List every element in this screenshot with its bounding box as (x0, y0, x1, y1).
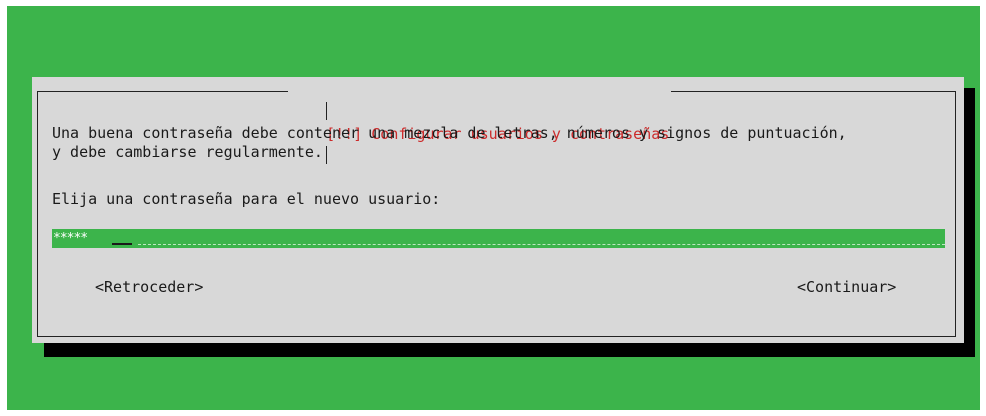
password-input[interactable]: ***** (52, 229, 945, 248)
continue-button[interactable]: <Continuar> (797, 278, 896, 296)
dialog-title-container: [!!] Configurar usuarios y contraseñas (288, 79, 672, 164)
back-button[interactable]: <Retroceder> (95, 278, 203, 296)
description-line-2: y debe cambiarse regularmente. (52, 143, 323, 161)
password-prompt: Elija una contraseña para el nuevo usuar… (52, 190, 441, 208)
title-left-bar (326, 102, 328, 120)
password-value: ***** (53, 231, 88, 246)
field-fill-line (138, 244, 945, 245)
title-right-bar (326, 146, 328, 164)
text-cursor (112, 243, 132, 245)
description-line-1: Una buena contraseña debe contener una m… (52, 124, 847, 142)
dialog-window: [!!] Configurar usuarios y contraseñas U… (32, 77, 964, 343)
